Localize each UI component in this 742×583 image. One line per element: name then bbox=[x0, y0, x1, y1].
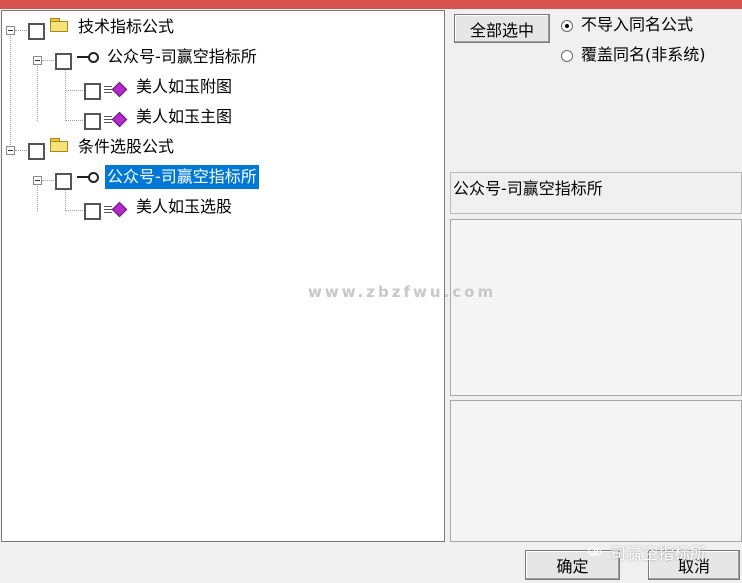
tree-collapse-toggle[interactable] bbox=[33, 56, 42, 65]
key-icon bbox=[77, 52, 99, 63]
tree-checkbox-tech-group[interactable] bbox=[55, 53, 72, 70]
tree-guide-line bbox=[65, 120, 83, 121]
tree-checkbox-cond-group[interactable] bbox=[55, 173, 72, 190]
formula-name-box: 公众号-司赢空指标所 bbox=[450, 172, 742, 214]
radio-overwrite-same-name[interactable]: 覆盖同名(非系统) bbox=[561, 44, 706, 66]
tree-label-cond-item-1[interactable]: 美人如玉选股 bbox=[134, 195, 234, 219]
formula-name-text: 公众号-司赢空指标所 bbox=[453, 179, 603, 198]
gem-icon bbox=[104, 111, 128, 128]
tree-label-tech-group[interactable]: 公众号-司赢空指标所 bbox=[105, 45, 259, 69]
folder-icon bbox=[50, 138, 68, 152]
tree-guide-line bbox=[37, 61, 38, 121]
radio-label: 不导入同名公式 bbox=[581, 15, 694, 34]
tree-label-tech-item-1[interactable]: 美人如玉附图 bbox=[134, 75, 234, 99]
title-bar bbox=[0, 0, 742, 9]
tree-checkbox-tech-item-2[interactable] bbox=[84, 113, 101, 130]
tree-checkbox-cond-formula[interactable] bbox=[28, 143, 45, 160]
tree-guide-line bbox=[42, 180, 54, 181]
gem-icon bbox=[104, 201, 128, 218]
radio-skip-same-name[interactable]: 不导入同名公式 bbox=[561, 14, 693, 36]
tree-checkbox-tech-item-1[interactable] bbox=[84, 83, 101, 100]
tree-guide-line bbox=[15, 30, 29, 31]
folder-icon bbox=[50, 18, 68, 32]
tree-label-tech-item-2[interactable]: 美人如玉主图 bbox=[134, 105, 234, 129]
radio-indicator[interactable] bbox=[561, 19, 573, 32]
gem-icon bbox=[104, 81, 128, 98]
select-all-button[interactable]: 全部选中 bbox=[454, 14, 550, 43]
tree-guide-line bbox=[37, 181, 38, 211]
formula-description-box[interactable] bbox=[450, 219, 742, 396]
tree-guide-line bbox=[42, 60, 54, 61]
tree-guide-line bbox=[15, 150, 29, 151]
formula-tree[interactable]: 技术指标公式 公众号-司赢空指标所 美人如玉附图 美人如玉主图 条件选股公式 公… bbox=[1, 10, 445, 542]
radio-label: 覆盖同名(非系统) bbox=[581, 45, 706, 64]
ok-button[interactable]: 确定 bbox=[525, 550, 620, 580]
brand-watermark: 司赢空指标所 bbox=[610, 544, 707, 563]
radio-indicator[interactable] bbox=[561, 49, 573, 62]
tree-guide-line bbox=[10, 31, 11, 151]
tree-label-cond-group[interactable]: 公众号-司赢空指标所 bbox=[104, 164, 260, 190]
tree-label-cond-formula[interactable]: 条件选股公式 bbox=[76, 135, 176, 159]
tree-collapse-toggle[interactable] bbox=[6, 146, 15, 155]
wechat-icon bbox=[588, 546, 602, 556]
tree-guide-line bbox=[65, 90, 83, 91]
tree-checkbox-cond-item-1[interactable] bbox=[84, 203, 101, 220]
tree-guide-line bbox=[65, 66, 66, 121]
watermark-text: www.zbzfwu.com bbox=[308, 283, 497, 301]
tree-checkbox-tech-formula[interactable] bbox=[28, 23, 45, 40]
tree-label-tech-formula[interactable]: 技术指标公式 bbox=[76, 15, 176, 39]
key-icon bbox=[77, 172, 99, 183]
tree-guide-line bbox=[65, 210, 83, 211]
tree-collapse-toggle[interactable] bbox=[33, 176, 42, 185]
tree-collapse-toggle[interactable] bbox=[6, 26, 15, 35]
formula-details-box[interactable] bbox=[450, 400, 742, 542]
